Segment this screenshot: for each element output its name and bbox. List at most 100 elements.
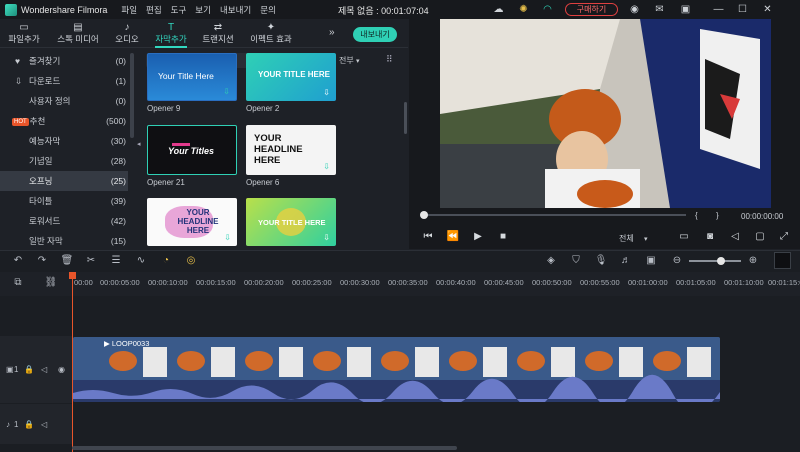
snapshot-icon[interactable]: ◙ (703, 230, 717, 244)
menu-view[interactable]: 보기 (195, 4, 211, 16)
sidebar-item-recommended[interactable]: HOT 추천 (500) (0, 111, 128, 131)
expand-tabs-icon[interactable]: » (329, 27, 335, 38)
link-icon[interactable]: ⛓ (44, 276, 58, 290)
notification-icon[interactable]: ✉ (653, 3, 666, 16)
title-thumb-opener-6[interactable]: YOUR HEADLINE HERE ⇩ (246, 125, 336, 175)
frame-back-icon[interactable]: ⏪ (446, 230, 460, 244)
sidebar-item-anniversary[interactable]: 기념일 (28) (0, 151, 128, 171)
sidebar-item-variety[interactable]: 예능자막 (30) (0, 131, 128, 151)
quality-value: 전체 (619, 234, 634, 243)
tab-effects[interactable]: ✦ 이펙트 효과 (246, 19, 296, 48)
title-thumb-opener-2[interactable]: YOUR TITLE HERE ⇩ (246, 53, 336, 101)
bulb-icon[interactable]: ✺ (517, 3, 530, 16)
playhead-handle[interactable] (69, 272, 76, 279)
sidebar-item-lower-thirds[interactable]: 로워서드 (42) (0, 211, 128, 231)
account-icon[interactable]: ◉ (628, 3, 641, 16)
menu-edit[interactable]: 편집 (146, 4, 162, 16)
title-thumb-opener-headline[interactable]: YOUR HEADLINE HERE ⇩ (147, 198, 237, 246)
volume-icon[interactable]: ◁ (728, 230, 742, 244)
title-thumb-opener-title[interactable]: YOUR TITLE HERE ⇩ (246, 198, 336, 246)
sidebar-item-subtitles[interactable]: 일반 자막 (15) (0, 231, 128, 251)
thumb-preview-text: YOUR HEADLINE HERE (254, 133, 303, 166)
sidebar-item-titles[interactable]: 타이틀 (39) (0, 191, 128, 211)
video-track-icon: ▣ (6, 365, 14, 374)
hot-badge: HOT (12, 117, 29, 126)
redo-icon[interactable]: ↷ (35, 254, 49, 268)
playhead[interactable] (72, 272, 73, 452)
buy-button[interactable]: 구매하기 (565, 3, 618, 16)
mark-out-button[interactable]: } (716, 211, 719, 220)
sidebar-scrollbar[interactable] (130, 53, 134, 138)
adjust-icon[interactable]: ☰ (109, 254, 123, 268)
stop-icon[interactable]: ■ (496, 230, 510, 244)
filter-dropdown[interactable]: 전부 ▾ (339, 53, 376, 68)
render-icon[interactable]: ◈ (544, 254, 558, 268)
sidebar-item-custom[interactable]: 사용자 정의 (0) (0, 91, 128, 111)
delete-icon[interactable]: 🗑 (60, 254, 74, 268)
menu-export[interactable]: 내보내기 (220, 4, 251, 16)
minimize-icon[interactable]: — (712, 3, 725, 16)
play-icon[interactable]: ▶ (471, 230, 485, 244)
preview-scrubber[interactable] (424, 214, 686, 216)
menu-file[interactable]: 파일 (121, 4, 137, 16)
grid-view-icon[interactable]: ⠿ (386, 54, 396, 64)
tab-label: 자막추가 (155, 34, 187, 44)
track-layout-icon[interactable] (774, 252, 791, 269)
headset-icon[interactable]: ◠ (541, 3, 554, 16)
sidebar-item-downloads[interactable]: ⇩ 다운로드 (1) (0, 71, 128, 91)
mark-in-button[interactable]: { (695, 211, 698, 220)
mic-icon[interactable]: 🎙 (594, 254, 608, 268)
mute-icon[interactable]: ◁ (41, 420, 47, 429)
marker-icon[interactable]: ⛉ (569, 254, 583, 268)
title-thumb-opener-9[interactable]: Your Title Here ⇩ (147, 53, 237, 101)
display-icon[interactable]: ▭ (677, 230, 691, 244)
video-clip[interactable] (73, 337, 720, 402)
media-icon: ▤ (73, 22, 83, 33)
zoom-in-icon[interactable]: ⊕ (746, 254, 760, 268)
message-icon[interactable]: ▣ (679, 3, 692, 16)
audio-wave-icon[interactable]: ∿ (134, 254, 148, 268)
zoom-slider-handle[interactable] (717, 257, 725, 265)
stabilize-icon[interactable]: ◎ (184, 254, 198, 268)
speed-icon[interactable]: ◔ (159, 254, 173, 268)
mixer-icon[interactable]: ♬ (619, 254, 633, 268)
tab-titles[interactable]: T 자막추가 (151, 19, 191, 48)
eye-icon[interactable]: ◉ (58, 365, 65, 374)
undo-icon[interactable]: ↶ (11, 254, 25, 268)
maximize-icon[interactable]: ☐ (736, 3, 749, 16)
tab-import[interactable]: ▭ 파일추가 (4, 19, 44, 48)
tab-stock-media[interactable]: ▤ 스톡 미디어 (54, 19, 102, 48)
scrubber-handle[interactable] (420, 211, 428, 219)
content-scrollbar[interactable] (404, 102, 407, 134)
tab-transitions[interactable]: ⇄ 트랜지션 (198, 19, 238, 48)
tab-label: 트랜지션 (202, 34, 234, 44)
sidebar-item-label: 일반 자막 (29, 236, 63, 246)
sidebar-item-opener[interactable]: 오프닝 (25) (0, 171, 128, 191)
fullscreen-icon[interactable]: ⤢ (777, 230, 791, 244)
title-thumb-opener-21[interactable]: Your Titles (147, 125, 237, 175)
zoom-slider[interactable] (689, 260, 741, 262)
step-back-icon[interactable]: ⏮ (421, 230, 435, 244)
timeline-scrollbar[interactable] (72, 446, 457, 450)
menu-help[interactable]: 문의 (260, 4, 276, 16)
sidebar-item-count: (25) (110, 176, 126, 186)
sidebar-item-favorites[interactable]: ♥ 즐겨찾기 (0) (0, 51, 128, 71)
zoom-out-icon[interactable]: ⊖ (670, 254, 684, 268)
mute-icon[interactable]: ◁ (41, 365, 47, 374)
lock-icon[interactable]: 🔒 (24, 420, 34, 429)
thumb-preview-text: Your Title Here (158, 71, 214, 81)
add-track-icon[interactable]: ⧉ (11, 276, 25, 290)
menu-tools[interactable]: 도구 (171, 4, 187, 16)
cloud-icon[interactable]: ☁ (492, 3, 505, 16)
ruler-tick: 00:00:30:00 (340, 278, 380, 287)
export-button[interactable]: 내보내기 (353, 27, 397, 42)
quality-dropdown[interactable]: 전체 ▾ (619, 233, 647, 244)
tab-audio[interactable]: ♪ 오디오 (110, 19, 144, 48)
lock-icon[interactable]: 🔒 (24, 365, 34, 374)
layout-icon[interactable]: ▢ (753, 230, 767, 244)
cut-icon[interactable]: ✂ (84, 254, 98, 268)
collapse-sidebar-icon[interactable]: ◂ (137, 140, 141, 148)
close-icon[interactable]: ✕ (761, 3, 774, 16)
snapshot-timeline-icon[interactable]: ▣ (644, 254, 658, 268)
media-tabs: ▭ 파일추가 ▤ 스톡 미디어 ♪ 오디오 T 자막추가 ⇄ 트랜지션 ✦ 이펙트 효과 (0, 19, 408, 48)
